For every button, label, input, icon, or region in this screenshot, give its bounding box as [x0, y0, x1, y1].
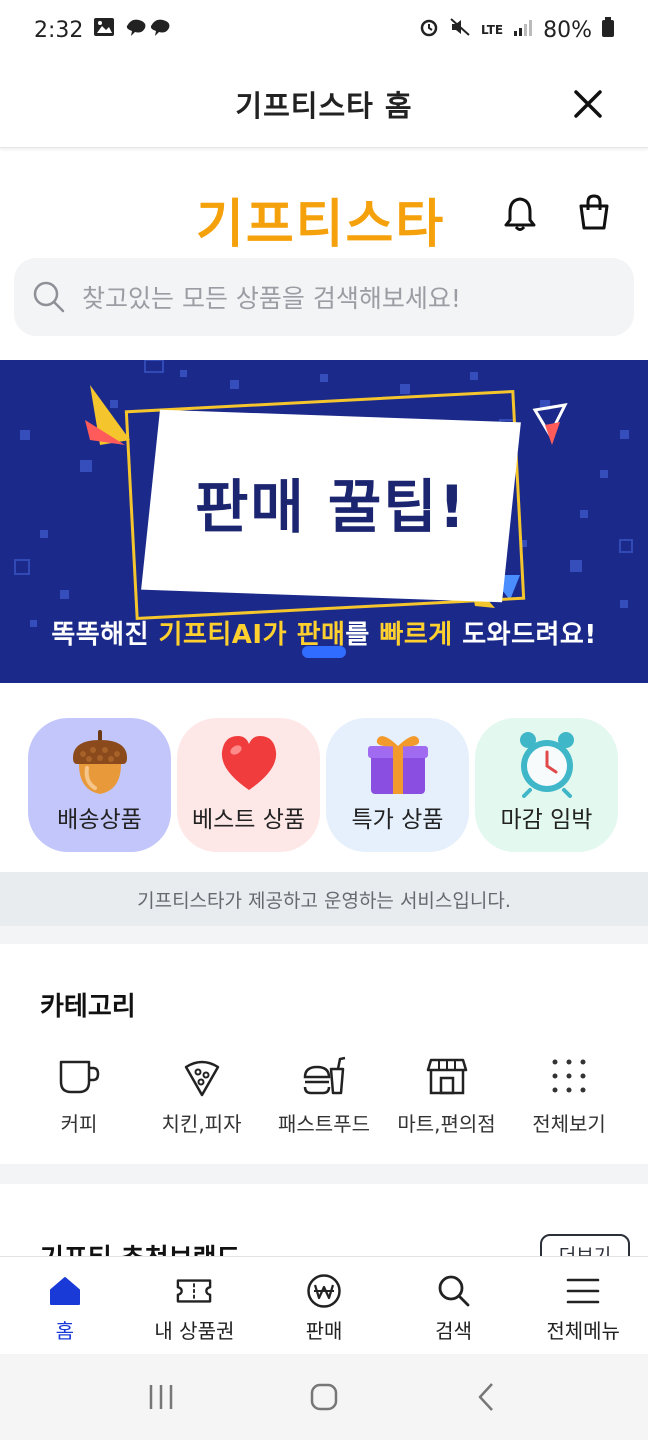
status-bar: 2:32 LTE 80% [0, 0, 648, 60]
nav-full-menu[interactable]: 전체메뉴 [518, 1257, 648, 1354]
section-divider [0, 1164, 648, 1184]
bell-icon [504, 197, 536, 231]
nav-label: 내 상품권 [154, 1319, 235, 1343]
title-bar: 기프티스타 홈 [0, 60, 648, 148]
category-label: 치킨,피자 [161, 1112, 242, 1136]
nav-my-vouchers[interactable]: 내 상품권 [130, 1257, 260, 1354]
home-icon [49, 1277, 80, 1305]
category-list: 커피 치킨,피자 패스트푸드 마트,편의점 전체보기 [18, 1052, 630, 1137]
nav-label: 홈 [55, 1319, 74, 1343]
bottom-navigation: 홈 내 상품권 판매 검색 전체메뉴 [0, 1256, 648, 1354]
category-item-chicken-pizza[interactable]: 치킨,피자 [141, 1052, 263, 1137]
banner-title: 판매 꿀팁! [194, 473, 468, 541]
category-item-mart[interactable]: 마트,편의점 [386, 1052, 508, 1137]
app-header: 기프티스타 [0, 150, 648, 255]
search-placeholder: 찾고있는 모든 상품을 검색해보세요! [82, 284, 461, 313]
category-label: 전체보기 [532, 1112, 606, 1136]
search-icon [33, 281, 65, 313]
banner-subtitle-highlight: 빠르게 [379, 620, 453, 650]
close-button[interactable] [566, 82, 610, 126]
brand-logo[interactable]: 기프티스타 [196, 182, 445, 257]
quick-card-label: 배송상품 [57, 807, 142, 833]
battery-percent: 80% [543, 17, 592, 43]
chat-notification-icon [125, 16, 173, 44]
battery-icon [602, 17, 614, 43]
back-icon[interactable] [472, 1382, 502, 1412]
category-label: 마트,편의점 [397, 1112, 496, 1136]
quick-card-best[interactable]: 베스트 상품 [177, 718, 320, 852]
notification-button[interactable] [500, 194, 544, 238]
nav-label: 판매 [305, 1319, 343, 1343]
nav-home[interactable]: 홈 [0, 1257, 130, 1354]
grid-dots-icon [552, 1059, 586, 1093]
menu-icon [566, 1278, 600, 1304]
signal-icon [513, 18, 533, 43]
banner-subtitle-part: 도와드려요! [452, 620, 597, 650]
promo-banner[interactable]: 판매 꿀팁! 똑똑해진 기프티AI가 판매를 빠르게 도와드려요! [0, 360, 648, 683]
category-label: 커피 [60, 1112, 98, 1136]
ticket-icon [177, 1279, 212, 1303]
quick-card-label: 특가 상품 [351, 807, 444, 833]
quick-card-label: 베스트 상품 [191, 807, 306, 833]
coffee-cup-icon [59, 1060, 100, 1094]
recent-apps-icon[interactable] [146, 1382, 176, 1412]
quick-card-label: 마감 임박 [500, 807, 593, 833]
store-icon [426, 1058, 467, 1095]
acorn-icon [72, 730, 127, 794]
banner-subtitle-part: 똑똑해진 [51, 620, 159, 650]
heart-icon [221, 736, 276, 790]
system-navigation-bar [0, 1354, 648, 1440]
quick-card-special[interactable]: 특가 상품 [326, 718, 469, 852]
search-icon [438, 1275, 469, 1307]
quick-menu: 배송상품 베스트 상품 특가 상품 마감 임박 [28, 718, 620, 852]
nav-sell[interactable]: 판매 [259, 1257, 389, 1354]
alarm-clock-icon [519, 732, 574, 798]
status-left: 2:32 [34, 16, 173, 44]
nav-label: 검색 [435, 1319, 472, 1343]
category-item-all[interactable]: 전체보기 [508, 1052, 630, 1137]
home-system-icon[interactable] [309, 1382, 339, 1412]
shopping-bag-icon [579, 194, 609, 230]
shopping-bag-button[interactable] [574, 192, 618, 236]
category-item-fastfood[interactable]: 패스트푸드 [263, 1052, 385, 1137]
service-notice: 기프티스타가 제공하고 운영하는 서비스입니다. [0, 872, 648, 926]
category-label: 패스트푸드 [278, 1112, 370, 1136]
mute-icon [449, 17, 471, 43]
close-icon [574, 90, 602, 118]
section-divider [0, 926, 648, 944]
gift-icon [367, 736, 428, 794]
category-item-coffee[interactable]: 커피 [18, 1052, 140, 1137]
page-title: 기프티스타 홈 [235, 88, 413, 123]
nav-search[interactable]: 검색 [389, 1257, 519, 1354]
search-input[interactable]: 찾고있는 모든 상품을 검색해보세요! [14, 258, 634, 336]
pizza-slice-icon [184, 1060, 219, 1097]
network-label: LTE [481, 23, 504, 37]
status-time: 2:32 [34, 17, 84, 43]
nav-label: 전체메뉴 [546, 1319, 620, 1343]
quick-card-deadline[interactable]: 마감 임박 [475, 718, 618, 852]
gallery-notification-icon [93, 17, 115, 43]
burger-drink-icon [303, 1056, 346, 1095]
banner-page-indicator [302, 646, 346, 658]
banner-subtitle-part: 를 [345, 620, 380, 650]
alarm-status-icon [419, 17, 439, 43]
won-coin-icon [307, 1274, 341, 1308]
quick-card-delivery[interactable]: 배송상품 [28, 718, 171, 852]
status-right: LTE 80% [419, 17, 614, 43]
category-section-title: 카테고리 [40, 992, 136, 1022]
